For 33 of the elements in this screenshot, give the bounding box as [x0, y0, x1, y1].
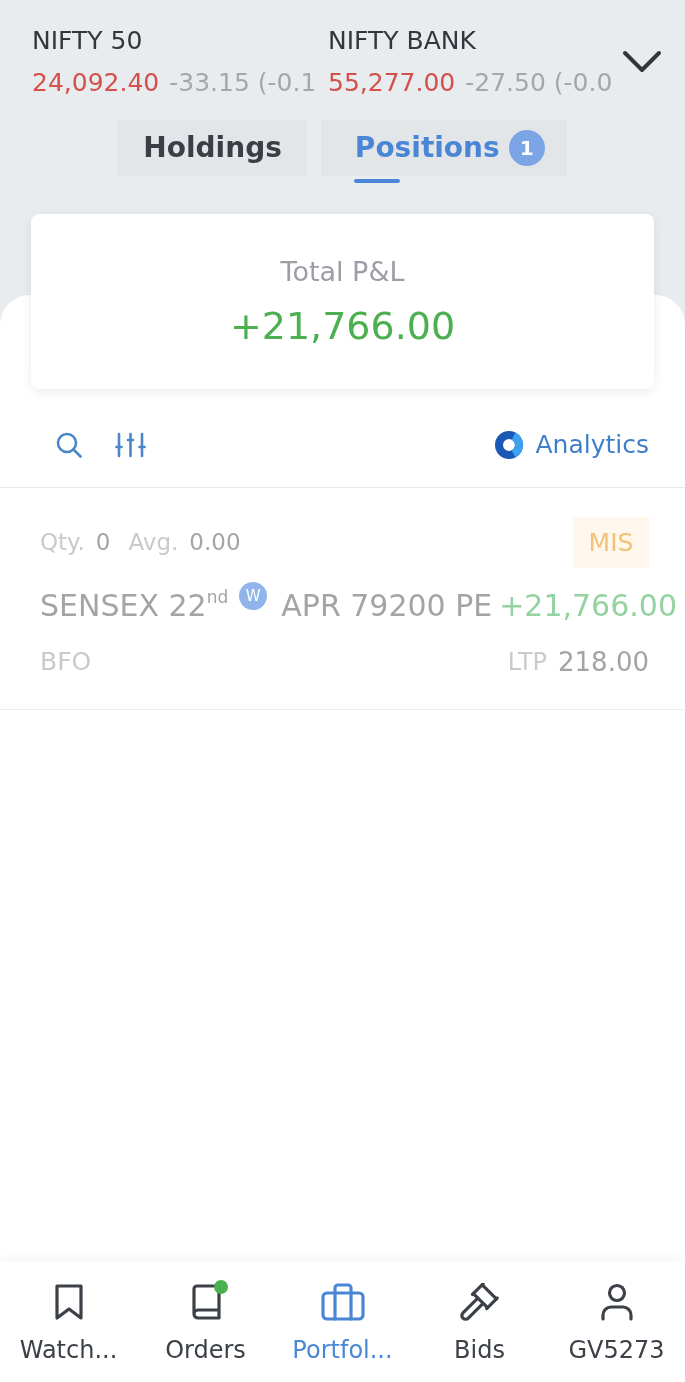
gavel-icon	[459, 1283, 500, 1321]
index-value: 24,092.40	[32, 68, 160, 98]
index-value: 55,277.00	[328, 68, 456, 98]
qty-value: 0	[95, 528, 111, 558]
index-change: -33.15 (-0.1	[169, 68, 317, 98]
analytics-button[interactable]: Analytics	[495, 426, 649, 464]
index-name: NIFTY 50	[32, 26, 143, 56]
filter-sliders-icon[interactable]	[115, 432, 146, 458]
index-name: NIFTY BANK	[328, 26, 476, 56]
nav-tab[interactable]: Orders	[137, 1262, 274, 1382]
instrument-symbol: SENSEX 22$^{nd}$	[40, 586, 229, 625]
tab-indicator	[353, 179, 400, 183]
pnl-label: Total P&L	[280, 255, 405, 289]
pnl-value: +21,766.00	[229, 303, 456, 349]
user-icon	[598, 1283, 635, 1321]
avg-value: 0.00	[189, 528, 241, 558]
tab[interactable]: Holdings	[118, 120, 307, 176]
product-badge: MIS	[573, 517, 649, 568]
nav-tab[interactable]: Watch...	[0, 1262, 137, 1382]
bookmark-icon	[53, 1283, 84, 1321]
ltp-value: 218.00	[558, 645, 649, 679]
index-change: -27.50 (-0.0	[465, 68, 613, 98]
nav-tab[interactable]: Bids	[411, 1262, 548, 1382]
nav-tab[interactable]: GV5273	[548, 1262, 685, 1382]
search-icon[interactable]	[56, 432, 82, 458]
expand-chevron-icon[interactable]	[622, 50, 662, 74]
count-badge: 1	[508, 130, 545, 166]
ring-icon	[495, 431, 524, 459]
nav-tab[interactable]: Portfol...	[274, 1262, 411, 1382]
position-pnl: +21,766.00	[499, 587, 677, 625]
briefcase-icon	[320, 1283, 365, 1321]
book-icon	[189, 1283, 222, 1321]
instrument-contract: APR 79200 PE	[281, 587, 493, 625]
